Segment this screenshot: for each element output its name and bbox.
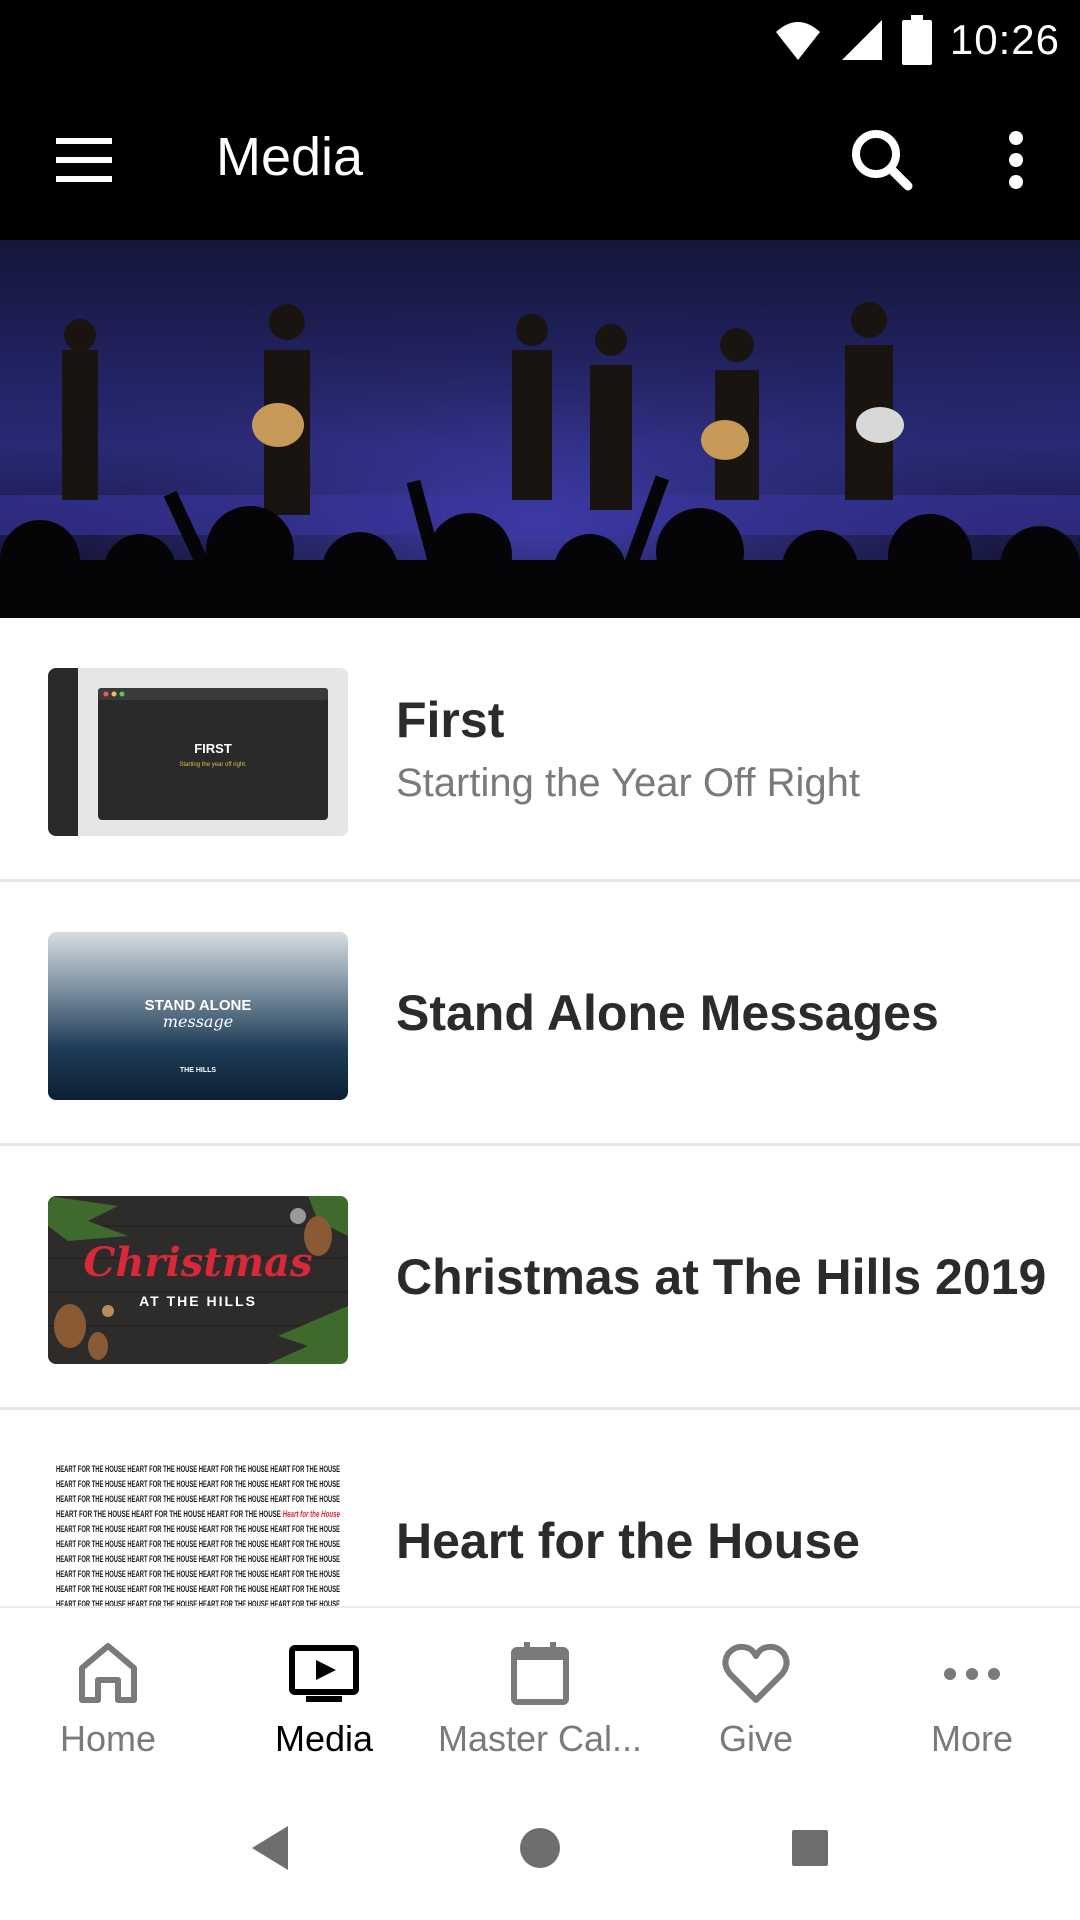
hero-banner-image[interactable] [0, 240, 1080, 618]
bottom-navigation: Home Media Master Cal... Give More [0, 1606, 1080, 1786]
wifi-icon [775, 22, 820, 60]
media-item-title: Stand Alone Messages [396, 984, 939, 1041]
heart-icon [722, 1643, 790, 1703]
home-circle-icon[interactable] [510, 1818, 570, 1878]
nav-label: Give [718, 1718, 794, 1759]
nav-label: More [930, 1718, 1014, 1759]
thumb-repeat-text: HEART FOR THE HOUSE HEART FOR THE HOUSE … [56, 1584, 340, 1594]
media-thumbnail: HEART FOR THE HOUSE HEART FOR THE HOUSE … [48, 1460, 348, 1606]
nav-label: Home [59, 1718, 157, 1759]
media-thumbnail: FIRST Starting the year off right. [48, 668, 348, 836]
thumb-script-text: message [163, 1012, 233, 1031]
thumb-script-text: Christmas [84, 1239, 313, 1286]
nav-more[interactable]: More [864, 1608, 1080, 1788]
media-list-item-heart-for-the-house[interactable]: HEART FOR THE HOUSE HEART FOR THE HOUSE … [0, 1410, 1080, 1606]
nav-label: Master Cal... [437, 1718, 643, 1759]
thumb-repeat-text: HEART FOR THE HOUSE HEART FOR THE HOUSE … [56, 1479, 340, 1489]
media-play-icon [289, 1645, 359, 1702]
more-dots-icon [944, 1668, 1000, 1680]
media-thumbnail: STAND ALONE message THE HILLS [48, 932, 348, 1100]
app-bar: Media [0, 80, 1080, 240]
nav-label: Media [274, 1718, 374, 1759]
overflow-menu-icon[interactable] [998, 124, 1034, 196]
system-navigation-bar [0, 1786, 1080, 1920]
status-time: 10:26 [949, 16, 1060, 63]
thumb-logo-text: THE HILLS [180, 1067, 216, 1074]
hamburger-menu-icon[interactable] [52, 132, 116, 188]
thumb-repeat-text: HEART FOR THE HOUSE HEART FOR THE HOUSE … [56, 1569, 340, 1579]
page-title: Media [216, 127, 364, 187]
media-item-title: Christmas at The Hills 2019 [396, 1248, 1047, 1305]
nav-media[interactable]: Media [216, 1608, 432, 1788]
calendar-icon [511, 1642, 569, 1705]
media-list: FIRST Starting the year off right. First… [0, 618, 1080, 1606]
recents-icon[interactable] [780, 1818, 840, 1878]
nav-give[interactable]: Give [648, 1608, 864, 1788]
nav-master-calendar[interactable]: Master Cal... [432, 1608, 648, 1788]
media-item-subtitle: Starting the Year Off Right [396, 761, 861, 805]
thumb-title-text: FIRST [194, 741, 232, 756]
thumb-subtitle-text: Starting the year off right. [179, 762, 247, 768]
media-thumbnail: Christmas AT THE HILLS [48, 1196, 348, 1364]
media-item-title: First [396, 692, 505, 748]
thumb-repeat-text: HEART FOR THE HOUSE HEART FOR THE HOUSE … [56, 1524, 340, 1534]
thumb-repeat-text: HEART FOR THE HOUSE HEART FOR THE HOUSE … [56, 1554, 340, 1564]
home-icon [79, 1643, 137, 1703]
media-list-item-stand-alone[interactable]: STAND ALONE message THE HILLS Stand Alon… [0, 882, 1080, 1146]
media-list-item-first[interactable]: FIRST Starting the year off right. First… [0, 618, 1080, 882]
battery-icon [901, 15, 932, 65]
signal-icon [841, 20, 882, 60]
thumb-repeat-text: HEART FOR THE HOUSE HEART FOR THE HOUSE … [56, 1539, 340, 1549]
thumb-repeat-text: HEART FOR THE HOUSE HEART FOR THE HOUSE … [56, 1494, 340, 1504]
status-bar: 10:26 [0, 0, 1080, 80]
nav-home[interactable]: Home [0, 1608, 216, 1788]
thumb-title-text: AT THE HILLS [139, 1293, 257, 1309]
thumb-repeat-text: HEART FOR THE HOUSE HEART FOR THE HOUSE … [56, 1509, 340, 1519]
media-item-title: Heart for the House [396, 1512, 860, 1569]
media-list-item-christmas[interactable]: Christmas AT THE HILLS Christmas at The … [0, 1146, 1080, 1410]
search-icon[interactable] [846, 124, 918, 196]
back-icon[interactable] [240, 1818, 300, 1878]
thumb-repeat-text: HEART FOR THE HOUSE HEART FOR THE HOUSE … [56, 1599, 340, 1606]
thumb-repeat-text: HEART FOR THE HOUSE HEART FOR THE HOUSE … [56, 1464, 340, 1474]
